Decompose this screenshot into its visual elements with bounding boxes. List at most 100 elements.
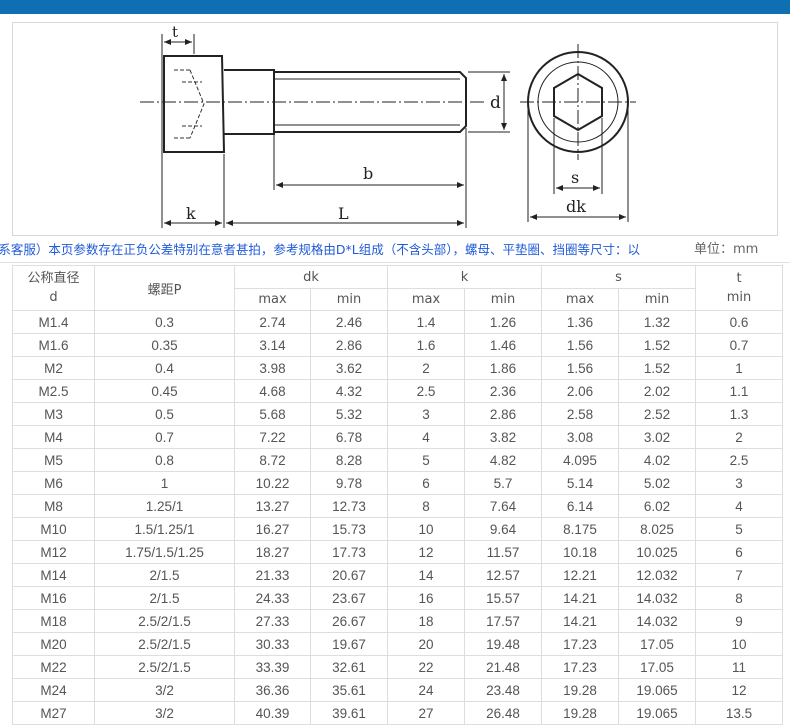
cell-dk-max: 40.39 xyxy=(234,701,311,725)
cell-pitch: 3/2 xyxy=(94,701,235,725)
cell-pitch: 2.5/2/1.5 xyxy=(94,655,235,679)
label-k: k xyxy=(186,204,196,223)
cell-dk-max: 10.22 xyxy=(234,471,311,495)
cell-t-min: 5 xyxy=(695,517,783,541)
cell-t-min: 4 xyxy=(695,494,783,518)
cell-dk-max: 4.68 xyxy=(234,379,311,403)
cell-pitch: 0.8 xyxy=(94,448,235,472)
cell-pitch: 2.5/2/1.5 xyxy=(94,632,235,656)
cell-s-max: 4.095 xyxy=(541,448,619,472)
cell-s-min: 17.05 xyxy=(618,655,696,679)
cell-nominal: M3 xyxy=(12,402,95,426)
header-s-max: max xyxy=(541,288,619,311)
cell-k-max: 5 xyxy=(387,448,465,472)
cell-k-max: 22 xyxy=(387,655,465,679)
cell-t-min: 8 xyxy=(695,586,783,610)
cell-nominal: M14 xyxy=(12,563,95,587)
spec-table: 公称直径 d 螺距P dk k s t min max min max min … xyxy=(12,265,783,725)
cell-dk-max: 36.36 xyxy=(234,678,311,702)
cell-t-min: 0.6 xyxy=(695,310,783,334)
table-row: M1.4 0.3 2.74 2.46 1.4 1.26 1.36 1.32 0.6 xyxy=(12,310,783,334)
cell-t-min: 11 xyxy=(695,655,783,679)
header-dk: dk xyxy=(234,265,388,289)
cell-s-min: 17.05 xyxy=(618,632,696,656)
cell-t-min: 7 xyxy=(695,563,783,587)
cell-nominal: M8 xyxy=(12,494,95,518)
cell-dk-min: 35.61 xyxy=(310,678,388,702)
cell-dk-min: 39.61 xyxy=(310,701,388,725)
table-row: M18 2.5/2/1.5 27.33 26.67 18 17.57 14.21 14.032… xyxy=(12,609,783,633)
cell-dk-min: 5.32 xyxy=(310,402,388,426)
cell-pitch: 1 xyxy=(94,471,235,495)
label-t: t xyxy=(172,23,178,41)
cell-nominal: M4 xyxy=(12,425,95,449)
cell-nominal: M5 xyxy=(12,448,95,472)
cell-nominal: M12 xyxy=(12,540,95,564)
cell-s-max: 10.18 xyxy=(541,540,619,564)
cell-dk-min: 19.67 xyxy=(310,632,388,656)
cell-k-min: 1.26 xyxy=(464,310,542,334)
cell-k-min: 2.36 xyxy=(464,379,542,403)
cell-nominal: M18 xyxy=(12,609,95,633)
cell-dk-min: 12.73 xyxy=(310,494,388,518)
cell-dk-min: 32.61 xyxy=(310,655,388,679)
cell-k-min: 5.7 xyxy=(464,471,542,495)
bolt-head-end-view xyxy=(520,44,636,160)
table-row: M20 2.5/2/1.5 30.33 19.67 20 19.48 17.23 17.05 1… xyxy=(12,632,783,656)
cell-dk-max: 18.27 xyxy=(234,540,311,564)
cell-k-min: 2.86 xyxy=(464,402,542,426)
cell-dk-min: 6.78 xyxy=(310,425,388,449)
cell-k-max: 2.5 xyxy=(387,379,465,403)
cell-pitch: 0.4 xyxy=(94,356,235,380)
cell-s-min: 1.52 xyxy=(618,333,696,357)
cell-s-min: 10.025 xyxy=(618,540,696,564)
cell-s-max: 6.14 xyxy=(541,494,619,518)
table-row: M5 0.8 8.72 8.28 5 4.82 4.095 4.02 2.5 xyxy=(12,448,783,472)
cell-dk-max: 33.39 xyxy=(234,655,311,679)
cell-k-max: 8 xyxy=(387,494,465,518)
cell-s-min: 5.02 xyxy=(618,471,696,495)
cell-s-max: 19.28 xyxy=(541,701,619,725)
cell-k-min: 3.82 xyxy=(464,425,542,449)
cell-s-max: 1.36 xyxy=(541,310,619,334)
header-dk-max: max xyxy=(234,288,311,311)
cell-s-min: 19.065 xyxy=(618,678,696,702)
label-d: d xyxy=(490,93,501,113)
cell-s-max: 1.56 xyxy=(541,356,619,380)
table-row: M22 2.5/2/1.5 33.39 32.61 22 21.48 17.23 17.05 1… xyxy=(12,655,783,679)
header-nominal-diameter: 公称直径 d xyxy=(12,265,95,311)
bolt-head-side xyxy=(161,52,226,156)
cell-s-min: 19.065 xyxy=(618,701,696,725)
cell-dk-min: 15.73 xyxy=(310,517,388,541)
header-pitch: 螺距P xyxy=(94,265,235,311)
cell-nominal: M16 xyxy=(12,586,95,610)
cell-pitch: 2/1.5 xyxy=(94,563,235,587)
cell-s-min: 14.032 xyxy=(618,586,696,610)
cell-t-min: 2 xyxy=(695,425,783,449)
cell-s-max: 5.14 xyxy=(541,471,619,495)
cell-pitch: 0.7 xyxy=(94,425,235,449)
table-row: M14 2/1.5 21.33 20.67 14 12.57 12.21 12.032 7 xyxy=(12,563,783,587)
table-row: M6 1 10.22 9.78 6 5.7 5.14 5.02 3 xyxy=(12,471,783,495)
cell-s-max: 8.175 xyxy=(541,517,619,541)
cell-s-max: 14.21 xyxy=(541,609,619,633)
tolerance-notice-text: （如需特殊规格及非标定制，请联系客服）本页参数存在正负公差特别在意者甚拍，参考规… xyxy=(0,242,640,257)
cell-k-max: 24 xyxy=(387,678,465,702)
cell-k-max: 3 xyxy=(387,402,465,426)
table-row: M2.5 0.45 4.68 4.32 2.5 2.36 2.06 2.02 1.1 xyxy=(12,379,783,403)
cell-pitch: 0.3 xyxy=(94,310,235,334)
cell-k-max: 18 xyxy=(387,609,465,633)
cell-k-min: 19.48 xyxy=(464,632,542,656)
header-s-min: min xyxy=(618,288,696,311)
cell-s-min: 1.52 xyxy=(618,356,696,380)
cell-pitch: 0.35 xyxy=(94,333,235,357)
cell-pitch: 0.5 xyxy=(94,402,235,426)
cell-t-min: 10 xyxy=(695,632,783,656)
cell-t-min: 1.3 xyxy=(695,402,783,426)
cell-k-min: 17.57 xyxy=(464,609,542,633)
cell-k-max: 20 xyxy=(387,632,465,656)
cell-s-max: 14.21 xyxy=(541,586,619,610)
cell-pitch: 3/2 xyxy=(94,678,235,702)
cell-dk-max: 7.22 xyxy=(234,425,311,449)
header-dk-min: min xyxy=(310,288,388,311)
